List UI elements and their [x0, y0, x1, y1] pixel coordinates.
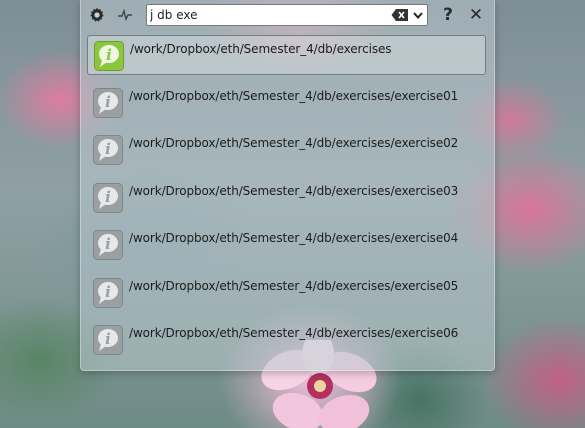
close-button[interactable]: ✕ — [466, 5, 486, 25]
chevron-down-icon[interactable] — [411, 8, 425, 22]
svg-text:i: i — [105, 283, 111, 301]
desktop-background: ? ✕ i /work/Dropbox/eth/Semester_4/db/ex… — [0, 0, 585, 428]
help-button[interactable]: ? — [438, 5, 458, 25]
info-bubble-icon: i — [93, 325, 123, 355]
svg-text:i: i — [105, 235, 111, 253]
info-bubble-icon: i — [93, 135, 123, 165]
result-path: /work/Dropbox/eth/Semester_4/db/exercise… — [129, 183, 459, 198]
info-bubble-icon: i — [93, 182, 123, 213]
result-item[interactable]: i /work/Dropbox/eth/Semester_4/db/exerci… — [87, 225, 486, 265]
results-list: i /work/Dropbox/eth/Semester_4/db/exerci… — [87, 35, 486, 368]
search-input[interactable] — [150, 6, 386, 24]
result-item[interactable]: i /work/Dropbox/eth/Semester_4/db/exerci… — [87, 178, 486, 218]
result-item[interactable]: i /work/Dropbox/eth/Semester_4/db/exerci… — [87, 273, 486, 313]
info-bubble-icon: i — [93, 277, 123, 308]
info-bubble-icon: i — [93, 87, 123, 118]
launcher-toolbar: ? ✕ — [81, 2, 494, 28]
result-item[interactable]: i /work/Dropbox/eth/Semester_4/db/exerci… — [87, 130, 486, 170]
search-field[interactable] — [146, 4, 428, 26]
info-bubble-icon: i — [94, 41, 124, 71]
activity-icon[interactable] — [115, 5, 135, 25]
result-path: /work/Dropbox/eth/Semester_4/db/exercise… — [129, 326, 459, 340]
result-path: /work/Dropbox/eth/Semester_4/db/exercise… — [129, 88, 459, 103]
result-path: /work/Dropbox/eth/Semester_4/db/exercise… — [130, 42, 392, 56]
result-item[interactable]: i /work/Dropbox/eth/Semester_4/db/exerci… — [87, 320, 486, 360]
svg-text:i: i — [105, 188, 111, 206]
backspace-clear-icon[interactable] — [391, 8, 409, 22]
result-path: /work/Dropbox/eth/Semester_4/db/exercise… — [129, 278, 459, 293]
result-item[interactable]: i /work/Dropbox/eth/Semester_4/db/exerci… — [87, 35, 486, 75]
result-path: /work/Dropbox/eth/Semester_4/db/exercise… — [129, 136, 459, 150]
info-bubble-icon: i — [93, 230, 123, 260]
svg-text:i: i — [106, 46, 112, 64]
result-item[interactable]: i /work/Dropbox/eth/Semester_4/db/exerci… — [87, 83, 486, 123]
result-path: /work/Dropbox/eth/Semester_4/db/exercise… — [129, 231, 459, 245]
gear-icon[interactable] — [87, 5, 107, 25]
svg-text:i: i — [105, 140, 111, 158]
svg-text:i: i — [105, 330, 111, 348]
svg-text:i: i — [105, 93, 111, 111]
launcher-panel: ? ✕ i /work/Dropbox/eth/Semester_4/db/ex… — [80, 0, 495, 371]
